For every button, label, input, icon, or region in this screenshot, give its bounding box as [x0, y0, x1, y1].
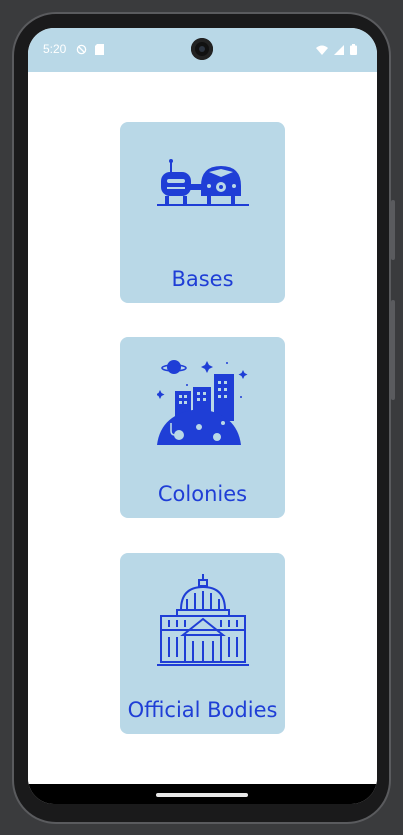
space-base-icon	[157, 142, 249, 237]
sim-card-icon	[95, 42, 104, 60]
bases-card[interactable]: Bases	[120, 122, 285, 303]
status-bar: 5:20	[28, 28, 377, 72]
shield-icon	[76, 42, 87, 60]
main-content: Bases Colonies Official Bodies	[28, 72, 377, 784]
government-building-icon	[157, 573, 249, 668]
official-bodies-card[interactable]: Official Bodies	[120, 553, 285, 734]
battery-icon	[350, 42, 357, 60]
signal-icon	[334, 42, 344, 60]
navigation-bar	[28, 784, 377, 804]
status-left-icons	[76, 42, 104, 60]
wifi-icon	[316, 42, 328, 60]
colonies-card[interactable]: Colonies	[120, 337, 285, 518]
status-time: 5:20	[43, 42, 67, 56]
home-indicator[interactable]	[156, 793, 248, 797]
screen: 5:20 Bases Colonies Official Bodies	[28, 28, 377, 804]
bases-label: Bases	[171, 267, 234, 291]
power-button	[391, 200, 395, 260]
official-bodies-label: Official Bodies	[127, 698, 278, 722]
colonies-label: Colonies	[157, 482, 248, 506]
status-right-icons	[316, 42, 357, 60]
city-colony-icon	[155, 357, 249, 452]
volume-button	[391, 300, 395, 400]
front-camera	[191, 38, 213, 60]
